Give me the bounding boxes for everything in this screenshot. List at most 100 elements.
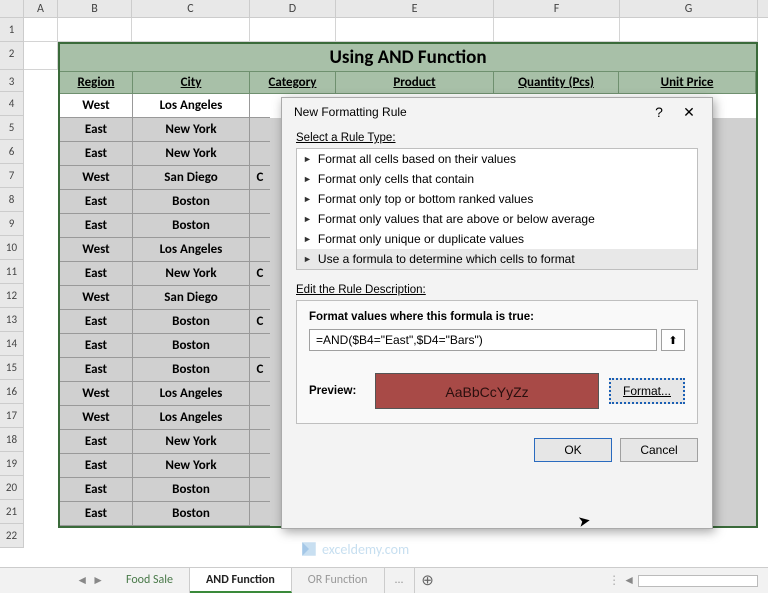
col-header-A[interactable]: A [24, 0, 58, 17]
row-header[interactable]: 20 [0, 476, 24, 500]
row-header[interactable]: 3 [0, 70, 24, 92]
add-sheet-button[interactable]: ⊕ [415, 571, 441, 590]
row-header[interactable]: 9 [0, 212, 24, 236]
row-header[interactable]: 10 [0, 236, 24, 260]
rule-type-list[interactable]: ►Format all cells based on their values►… [296, 148, 698, 270]
cell-region[interactable]: East [60, 310, 133, 334]
tab-and-function[interactable]: AND Function [190, 568, 292, 593]
rule-type-item[interactable]: ►Use a formula to determine which cells … [297, 249, 697, 269]
cell-category[interactable] [250, 406, 270, 430]
tab-food-sale[interactable]: Food Sale [110, 568, 190, 593]
select-all-corner[interactable] [0, 0, 24, 17]
cell-category[interactable] [250, 214, 270, 238]
cell-city[interactable]: Boston [133, 478, 250, 502]
row-header[interactable]: 4 [0, 92, 24, 116]
cell-city[interactable]: Los Angeles [133, 94, 250, 118]
cell-category[interactable] [250, 334, 270, 358]
cell-city[interactable]: New York [133, 262, 250, 286]
cell-region[interactable]: East [60, 214, 133, 238]
cell-city[interactable]: Boston [133, 310, 250, 334]
cell-region[interactable]: East [60, 262, 133, 286]
th-product[interactable]: Product [336, 72, 494, 94]
cell-city[interactable]: Boston [133, 190, 250, 214]
cell-category[interactable] [250, 286, 270, 310]
th-quantity[interactable]: Quantity (Pcs) [494, 72, 619, 94]
row-header[interactable]: 2 [0, 42, 24, 70]
cell-city[interactable]: Boston [133, 334, 250, 358]
col-header-D[interactable]: D [250, 0, 336, 17]
cell-city[interactable]: New York [133, 118, 250, 142]
row-header[interactable]: 12 [0, 284, 24, 308]
cell-category[interactable] [250, 94, 270, 118]
row-header[interactable]: 21 [0, 500, 24, 524]
cell-region[interactable]: East [60, 142, 133, 166]
col-header-C[interactable]: C [132, 0, 250, 17]
row-header[interactable]: 17 [0, 404, 24, 428]
cell-category[interactable] [250, 478, 270, 502]
col-header-B[interactable]: B [58, 0, 132, 17]
cell-city[interactable]: Los Angeles [133, 406, 250, 430]
th-city[interactable]: City [133, 72, 250, 94]
cell-category[interactable] [250, 430, 270, 454]
cell-region[interactable]: West [60, 166, 133, 190]
rule-type-item[interactable]: ►Format only top or bottom ranked values [297, 189, 697, 209]
row-header[interactable]: 11 [0, 260, 24, 284]
th-unit-price[interactable]: Unit Price [619, 72, 756, 94]
close-button[interactable]: ✕ [674, 98, 704, 126]
col-header-F[interactable]: F [494, 0, 620, 17]
cell-category[interactable]: C [250, 262, 270, 286]
horizontal-scrollbar[interactable] [638, 575, 758, 587]
cell-region[interactable]: West [60, 382, 133, 406]
row-header[interactable]: 19 [0, 452, 24, 476]
cell-region[interactable]: East [60, 454, 133, 478]
ok-button[interactable]: OK [534, 438, 612, 462]
col-header-G[interactable]: G [620, 0, 758, 17]
th-region[interactable]: Region [60, 72, 133, 94]
scroll-left-icon[interactable]: ◄ [623, 573, 635, 588]
row-header[interactable]: 14 [0, 332, 24, 356]
cell-region[interactable]: East [60, 430, 133, 454]
cell-region[interactable]: East [60, 190, 133, 214]
row-header[interactable]: 22 [0, 524, 24, 548]
cell-region[interactable]: East [60, 478, 133, 502]
cell-category[interactable] [250, 238, 270, 262]
cell-city[interactable]: Los Angeles [133, 382, 250, 406]
help-button[interactable]: ? [644, 98, 674, 126]
dialog-titlebar[interactable]: New Formatting Rule ? ✕ [282, 98, 712, 126]
cell-city[interactable]: New York [133, 430, 250, 454]
row-header[interactable]: 5 [0, 116, 24, 140]
format-button[interactable]: Format... [609, 378, 685, 404]
cell-region[interactable]: West [60, 286, 133, 310]
cell-city[interactable]: San Diego [133, 166, 250, 190]
cell-category[interactable] [250, 118, 270, 142]
th-category[interactable]: Category [250, 72, 336, 94]
row-header[interactable]: 18 [0, 428, 24, 452]
cell-category[interactable] [250, 382, 270, 406]
cell-region[interactable]: East [60, 502, 133, 526]
cell-city[interactable]: Boston [133, 502, 250, 526]
cell-region[interactable]: West [60, 238, 133, 262]
cell-category[interactable] [250, 454, 270, 478]
row-header[interactable]: 6 [0, 140, 24, 164]
row-header[interactable]: 8 [0, 188, 24, 212]
rule-type-item[interactable]: ►Format all cells based on their values [297, 149, 697, 169]
cell-region[interactable]: West [60, 94, 133, 118]
cell-city[interactable]: San Diego [133, 286, 250, 310]
rule-type-item[interactable]: ►Format only cells that contain [297, 169, 697, 189]
cell-category[interactable] [250, 190, 270, 214]
tab-nav-buttons[interactable]: ◄► [0, 573, 110, 588]
rule-type-item[interactable]: ►Format only unique or duplicate values [297, 229, 697, 249]
cell-category[interactable] [250, 502, 270, 526]
cell-city[interactable]: New York [133, 454, 250, 478]
row-header[interactable]: 13 [0, 308, 24, 332]
cell-category[interactable]: C [250, 310, 270, 334]
cell-city[interactable]: New York [133, 142, 250, 166]
cell-city[interactable]: Boston [133, 358, 250, 382]
cell-category[interactable]: C [250, 358, 270, 382]
cell-region[interactable]: West [60, 406, 133, 430]
cell-category[interactable] [250, 142, 270, 166]
cell-region[interactable]: East [60, 118, 133, 142]
collapse-dialog-button[interactable]: ⬆ [661, 329, 685, 351]
row-header[interactable]: 7 [0, 164, 24, 188]
row-header[interactable]: 16 [0, 380, 24, 404]
